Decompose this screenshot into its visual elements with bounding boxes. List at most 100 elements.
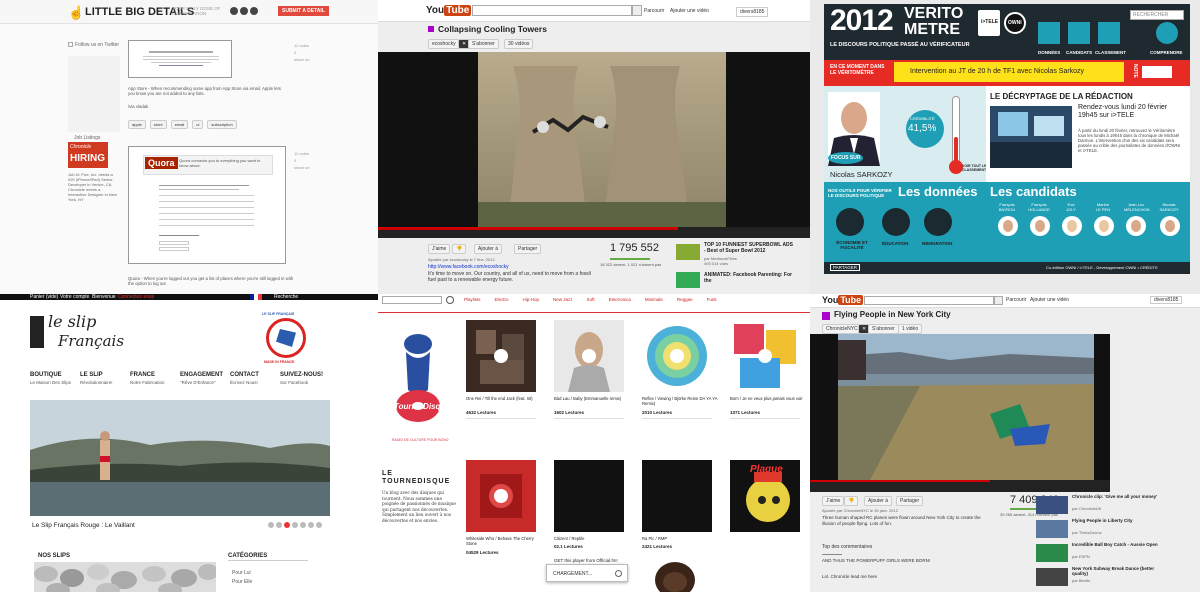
slip-hero-image[interactable] [30,400,330,516]
carousel-dot[interactable] [316,522,322,528]
youtube-logo[interactable]: You Tube [426,5,472,16]
french-flag-icon[interactable] [250,294,262,300]
browse-link[interactable]: Parcourir [1006,297,1026,303]
nav-item-france[interactable]: FRANCE [130,372,155,378]
education-icon[interactable] [882,208,910,236]
itele-studio-photo[interactable] [990,106,1072,168]
track-title[interactable]: Ra Pic / RMP [642,536,720,541]
share-button[interactable]: Partager [514,244,542,254]
search-icon[interactable] [994,296,1003,305]
tab-funk[interactable]: Funk [707,297,717,306]
tab-playlists[interactable]: Playlists [464,297,481,306]
play-icon[interactable] [670,349,684,363]
tag[interactable]: apple [128,120,146,129]
tag[interactable]: ui [192,120,204,129]
carousel-dot[interactable] [284,522,290,528]
carousel-dot[interactable] [300,522,306,528]
add-to-button[interactable]: Ajouter à [474,244,503,254]
tab-soft[interactable]: Soft [587,297,595,306]
related-title[interactable]: Flying People in Liberty City [1072,518,1162,523]
account-link[interactable]: Votre compte [60,294,89,300]
nav-ranking[interactable]: CLASSEMENT [1095,50,1126,55]
track-title[interactable]: One Rei / Till the end Jack (feat. Ist) [466,396,544,401]
nav-item-contact[interactable]: CONTACT [230,372,259,378]
carousel-dot[interactable] [276,522,282,528]
tab-reggae[interactable]: Reggae [677,297,693,306]
related-title[interactable]: Incredible Ball Boy Catch - Aussie Open [1072,542,1162,547]
subscribe-button[interactable]: S'abonner [868,324,899,334]
upload-link[interactable]: Ajouter une vidéo [1030,297,1069,303]
upload-link[interactable]: Ajouter une vidéo [670,8,709,14]
videos-dropdown[interactable]: 30 vidéos [504,39,534,49]
tab-newjazz[interactable]: New Jazz [553,297,573,306]
track-title[interactable]: Bàd Lau / Baby (Emmanuelle remix) [554,396,632,401]
slip-logo-icon[interactable] [30,316,44,348]
slip-logo-line2[interactable]: Français [58,332,124,350]
share-button[interactable]: Partager [896,496,924,506]
candidate-avatar[interactable] [1062,216,1082,236]
album-cover[interactable]: Plaque [730,460,800,532]
search-icon[interactable] [632,5,642,16]
slip-logo-line1[interactable]: le slip [48,312,96,331]
play-icon[interactable] [582,349,596,363]
album-cover[interactable] [554,320,624,392]
post1-via[interactable]: /via vladak [128,104,148,109]
candidate-avatar[interactable] [1126,216,1146,236]
hiring-banner[interactable]: Chronicle HIRING [68,142,108,168]
dislike-button[interactable]: 👎 [452,244,467,254]
verito-logo-1[interactable]: VERITO [904,6,963,22]
channel-link[interactable]: ecoshocky [428,39,460,49]
nav-candidates[interactable]: CANDIDATS [1066,50,1092,55]
share-link[interactable]: share url [294,56,310,63]
cart-link[interactable]: Panier (vide) [30,294,58,300]
tab-hiphop[interactable]: Hip-Hop [523,297,540,306]
album-cover[interactable] [466,320,536,392]
video-player[interactable] [378,52,810,238]
follow-link[interactable]: Follow us on Twitter [75,42,119,48]
album-cover[interactable] [730,320,800,392]
education-label[interactable]: ÉDUCATION [882,241,908,246]
track-title[interactable]: Citizen! / Reptile [554,536,632,541]
play-icon[interactable] [494,489,508,503]
comment-author[interactable] [822,554,842,555]
candidate-avatar[interactable] [1030,216,1050,236]
facebook-icon[interactable] [250,7,258,15]
nav-understand[interactable]: COMPRENDRE [1150,50,1183,55]
subscribe-button[interactable]: S'abonner [468,39,499,49]
dislike-button[interactable]: 👎 [844,496,859,506]
immigration-label[interactable]: IMMIGRATION [922,241,952,246]
user-menu[interactable]: divers8185 [736,7,769,17]
nav-item-engagement[interactable]: ENGAGEMENT [180,372,223,378]
album-cover[interactable] [466,460,536,532]
immigration-icon[interactable] [924,208,952,236]
login-link[interactable]: Connectez-vous [118,294,154,300]
tab-electronica[interactable]: Electronica [609,297,631,306]
album-cover[interactable] [642,556,708,592]
track-title[interactable]: Born / Je ne veux plus jamais vous voir [730,396,808,401]
tag[interactable]: subscription [207,120,237,129]
candidate-avatar[interactable] [1094,216,1114,236]
verito-search-input[interactable]: RECHERCHER [1130,10,1184,20]
ranking-nav-icon[interactable] [1098,22,1120,44]
album-cover[interactable] [642,320,712,392]
browse-link[interactable]: Parcourir [644,8,664,14]
related-title[interactable]: Chronicle clip: 'Give me all your money' [1072,494,1162,499]
category-her[interactable]: Pour Elle [232,579,252,585]
album-cover[interactable] [554,460,624,532]
category-him[interactable]: Pour Lui [232,570,251,576]
candidates-nav-icon[interactable] [1068,22,1090,44]
track-title[interactable]: Reflex / Vowing / Björke Reine DA YA YA … [642,396,720,406]
economy-label[interactable]: ÉCONOMIE ET FISCALITÉ [830,240,874,250]
related-title[interactable]: TOP 10 FUNNIEST SUPERBOWL ADS - Best of … [704,242,794,254]
play-icon[interactable] [758,349,772,363]
like-button[interactable]: J'aime [428,244,451,254]
tab-electro[interactable]: Electro [495,297,509,306]
video-player[interactable] [810,334,1110,492]
slip-search[interactable]: Recherche [274,294,298,300]
related-title[interactable]: ANIMATED: Facebook Parenting: For the [704,272,794,284]
user-menu[interactable]: divers8185 [1150,296,1183,304]
twitter-icon[interactable] [230,7,238,15]
economy-icon[interactable] [836,208,864,236]
tourne-logo[interactable]: Tourne Disque [388,330,450,434]
submit-detail-button[interactable]: SUBMIT A DETAIL [278,6,329,16]
